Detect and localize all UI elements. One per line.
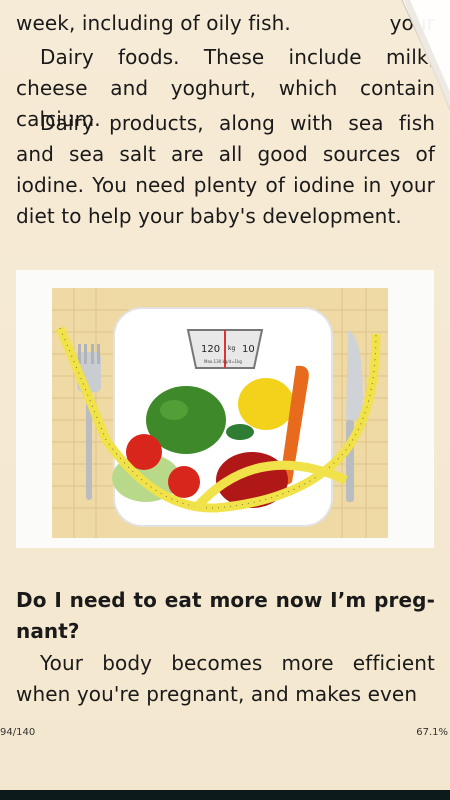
diet-illustration-svg: 120 kg 10 Max.130 kg/d=1kg xyxy=(52,288,388,538)
paragraph-efficiency: Your body becomes more efficient when yo… xyxy=(16,651,435,706)
page-counter: 94/140 xyxy=(0,727,36,738)
section-heading: Do I need to eat more now I’m preg-nant? xyxy=(16,588,435,643)
scale-unit: kg xyxy=(228,345,235,352)
scale-caption: Max.130 kg/d=1kg xyxy=(204,359,242,364)
reading-progress: 67.1% xyxy=(416,727,448,738)
diet-illustration: 120 kg 10 Max.130 kg/d=1kg xyxy=(16,270,434,548)
system-nav-bar xyxy=(0,790,450,800)
page-curl-icon[interactable] xyxy=(380,0,450,110)
reader-page[interactable]: week, including of oily fish. your Dairy… xyxy=(0,0,450,790)
text-line-1-tail: your xyxy=(389,11,435,35)
tomato xyxy=(168,466,200,498)
paragraph-iodine: Dairy products, along with sea fish and … xyxy=(16,111,435,228)
basil-leaves xyxy=(226,424,254,440)
scale-dial: 120 kg 10 Max.130 kg/d=1kg xyxy=(186,329,264,369)
lemon xyxy=(238,378,294,430)
scale-right-value: 10 xyxy=(242,344,255,355)
scale-left-value: 120 xyxy=(201,344,220,355)
